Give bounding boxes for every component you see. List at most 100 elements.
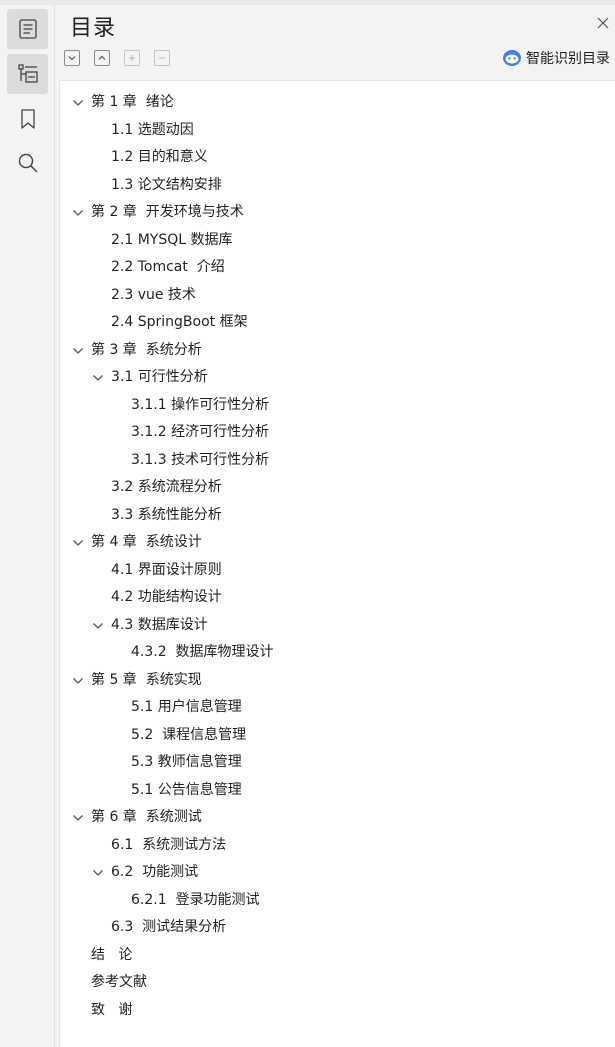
remove-entry-button[interactable]: [154, 50, 170, 66]
toc-item-label: 1.2 目的和意义: [111, 149, 208, 165]
toc-item[interactable]: 6.3 测试结果分析: [60, 914, 610, 941]
smart-detect-toc-label: 智能识别目录: [526, 51, 610, 67]
toc-tree: 第 1 章 绪论 1.1 选题动因 1.2 目的和意义 1.3 论文结构安排第 2 章…: [59, 80, 615, 1047]
toc-item[interactable]: 5.2 课程信息管理: [60, 722, 610, 749]
toc-item-label: 2.1 MYSQL 数据库: [111, 231, 233, 248]
chevron-down-icon[interactable]: [72, 207, 84, 219]
toc-item[interactable]: 6.1 系统测试方法: [60, 832, 610, 859]
toc-item-label: 第 6 章 系统测试: [91, 809, 202, 825]
toc-item[interactable]: 致 谢: [60, 997, 610, 1024]
toc-item-label: 5.1 公告信息管理: [131, 781, 242, 798]
chevron-up-icon: [98, 55, 106, 60]
toc-item[interactable]: 2.2 Tomcat 介绍: [60, 254, 610, 281]
smart-detect-toc-button[interactable]: 智能识别目录: [502, 47, 610, 69]
bookmark-button[interactable]: [7, 99, 48, 139]
close-icon: [597, 17, 609, 29]
toc-item[interactable]: 第 1 章 绪论: [60, 89, 610, 116]
chevron-down-icon[interactable]: [72, 537, 84, 549]
toc-item[interactable]: 2.3 vue 技术: [60, 282, 610, 309]
outline-icon: [18, 19, 37, 39]
toc-item[interactable]: 3.1.2 经济可行性分析: [60, 419, 610, 446]
toc-item-label: 4.1 界面设计原则: [111, 561, 222, 578]
toc-item-label: 第 5 章 系统实现: [91, 671, 202, 688]
toc-icon: [17, 64, 38, 84]
toc-item[interactable]: 1.2 目的和意义: [60, 144, 610, 171]
toc-item[interactable]: 2.1 MYSQL 数据库: [60, 227, 610, 254]
toc-item[interactable]: 第 4 章 系统设计: [60, 529, 610, 556]
expand-all-button[interactable]: [64, 50, 80, 66]
toc-item[interactable]: 2.4 SpringBoot 框架: [60, 309, 610, 336]
toc-item-label: 第 2 章 开发环境与技术: [91, 204, 244, 220]
toc-item[interactable]: 3.1.3 技术可行性分析: [60, 447, 610, 474]
outline-button[interactable]: [7, 9, 48, 49]
toc-item-label: 5.3 教师信息管理: [131, 754, 242, 770]
toc-item-label: 第 3 章 系统分析: [91, 341, 202, 358]
toc-item-label: 第 4 章 系统设计: [91, 534, 202, 550]
toc-item[interactable]: 5.1 公告信息管理: [60, 777, 610, 804]
toc-item[interactable]: 1.3 论文结构安排: [60, 172, 610, 199]
toc-item[interactable]: 参考文献: [60, 969, 610, 996]
bookmark-icon: [20, 109, 36, 129]
toc-item-label: 致 谢: [91, 1001, 133, 1018]
chevron-down-icon[interactable]: [72, 812, 84, 824]
toc-item-label: 1.3 论文结构安排: [111, 176, 222, 193]
toc-item[interactable]: 第 5 章 系统实现: [60, 667, 610, 694]
toc-item[interactable]: 第 6 章 系统测试: [60, 804, 610, 831]
toc-item-label: 4.3 数据库设计: [111, 616, 208, 633]
toc-item[interactable]: 3.1 可行性分析: [60, 364, 610, 391]
toc-item-label: 6.3 测试结果分析: [111, 919, 227, 935]
toc-item[interactable]: 6.2.1 登录功能测试: [60, 887, 610, 914]
chevron-down-icon: [68, 56, 76, 61]
toc-item-label: 2.2 Tomcat 介绍: [111, 259, 225, 275]
toc-panel: 目录 智能识别目录 第 1 章 绪论 1.1 选题动因 1.2 目的和意义 1.…: [55, 5, 615, 1047]
toc-item-label: 6.2 功能测试: [111, 864, 199, 880]
toc-item-label: 结 论: [91, 946, 133, 963]
toc-item[interactable]: 3.2 系统流程分析: [60, 474, 610, 501]
toc-item-label: 5.1 用户信息管理: [131, 699, 242, 715]
ai-assistant-icon: [503, 50, 521, 66]
toc-item-label: 5.2 课程信息管理: [131, 726, 247, 743]
toc-item[interactable]: 第 3 章 系统分析: [60, 337, 610, 364]
toc-item-label: 3.2 系统流程分析: [111, 479, 222, 495]
toc-item-label: 6.1 系统测试方法: [111, 836, 227, 853]
toc-item-label: 3.1.2 经济可行性分析: [131, 424, 270, 440]
plus-icon: [129, 55, 135, 61]
chevron-down-icon[interactable]: [92, 372, 104, 384]
toc-item[interactable]: 4.3.2 数据库物理设计: [60, 639, 610, 666]
panel-title: 目录: [70, 16, 117, 41]
toc-item[interactable]: 结 论: [60, 942, 610, 969]
chevron-down-icon[interactable]: [72, 675, 84, 687]
add-entry-button[interactable]: [124, 50, 140, 66]
toc-item-label: 参考文献: [91, 974, 147, 990]
chevron-down-icon[interactable]: [72, 97, 84, 109]
toc-item[interactable]: 4.2 功能结构设计: [60, 584, 610, 611]
toc-item-label: 3.1.1 操作可行性分析: [131, 396, 270, 413]
chevron-down-icon[interactable]: [92, 867, 104, 879]
toc-item-label: 4.3.2 数据库物理设计: [131, 644, 274, 660]
toc-item[interactable]: 1.1 选题动因: [60, 117, 610, 144]
toc-item-label: 3.3 系统性能分析: [111, 506, 222, 523]
close-button[interactable]: [596, 15, 610, 29]
toc-item[interactable]: 5.3 教师信息管理: [60, 749, 610, 776]
toc-item-label: 6.2.1 登录功能测试: [131, 891, 260, 908]
search-button[interactable]: [7, 143, 48, 183]
toc-item[interactable]: 第 2 章 开发环境与技术: [60, 199, 610, 226]
toc-item-label: 4.2 功能结构设计: [111, 589, 222, 605]
toc-item-label: 2.3 vue 技术: [111, 286, 196, 303]
toc-item[interactable]: 4.3 数据库设计: [60, 612, 610, 639]
minus-icon: [159, 57, 165, 59]
toc-item[interactable]: 5.1 用户信息管理: [60, 694, 610, 721]
search-icon: [18, 153, 38, 173]
toc-item[interactable]: 6.2 功能测试: [60, 859, 610, 886]
toc-item-label: 1.1 选题动因: [111, 121, 194, 138]
toc-item[interactable]: 4.1 界面设计原则: [60, 557, 610, 584]
toc-item-label: 2.4 SpringBoot 框架: [111, 314, 248, 330]
toc-button[interactable]: [7, 54, 48, 94]
toc-item-label: 3.1.3 技术可行性分析: [131, 451, 270, 468]
toc-item[interactable]: 3.1.1 操作可行性分析: [60, 392, 610, 419]
toc-item-label: 第 1 章 绪论: [91, 94, 174, 110]
collapse-all-button[interactable]: [94, 50, 110, 66]
chevron-down-icon[interactable]: [72, 345, 84, 357]
chevron-down-icon[interactable]: [92, 620, 104, 632]
toc-item[interactable]: 3.3 系统性能分析: [60, 502, 610, 529]
